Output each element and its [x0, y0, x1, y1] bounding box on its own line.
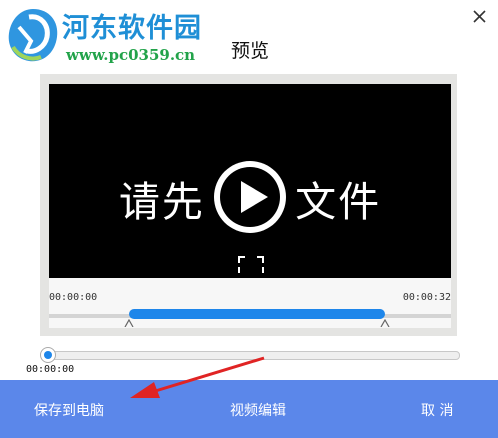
close-button[interactable]: [464, 2, 494, 32]
video-preview[interactable]: 请先 文件: [49, 84, 451, 278]
trim-start-handle[interactable]: [124, 319, 134, 327]
watermark-url: www.pc0359.cn: [66, 46, 196, 64]
playback-slider[interactable]: [41, 351, 460, 360]
playback-current-time: 00:00:00: [26, 364, 75, 375]
timeline[interactable]: 00:00:00 00:00:32: [49, 278, 451, 328]
fullscreen-icon[interactable]: [238, 256, 264, 274]
watermark-site-name: 河东软件园: [62, 13, 202, 44]
play-button[interactable]: [210, 157, 290, 237]
play-icon: [214, 161, 286, 233]
timeline-selection[interactable]: [129, 309, 386, 319]
video-edit-button[interactable]: 视频编辑: [230, 400, 286, 420]
close-icon: [473, 10, 486, 23]
cancel-button[interactable]: 取 消: [421, 400, 453, 420]
timeline-start-time: 00:00:00: [49, 292, 98, 303]
logo-icon: [8, 9, 58, 62]
save-to-computer-button[interactable]: 保存到电脑: [34, 400, 104, 420]
trim-end-handle[interactable]: [380, 319, 390, 327]
timeline-end-time: 00:00:32: [402, 292, 451, 303]
dialog-title: 预览: [230, 40, 269, 62]
playback-slider-knob[interactable]: [40, 347, 56, 363]
